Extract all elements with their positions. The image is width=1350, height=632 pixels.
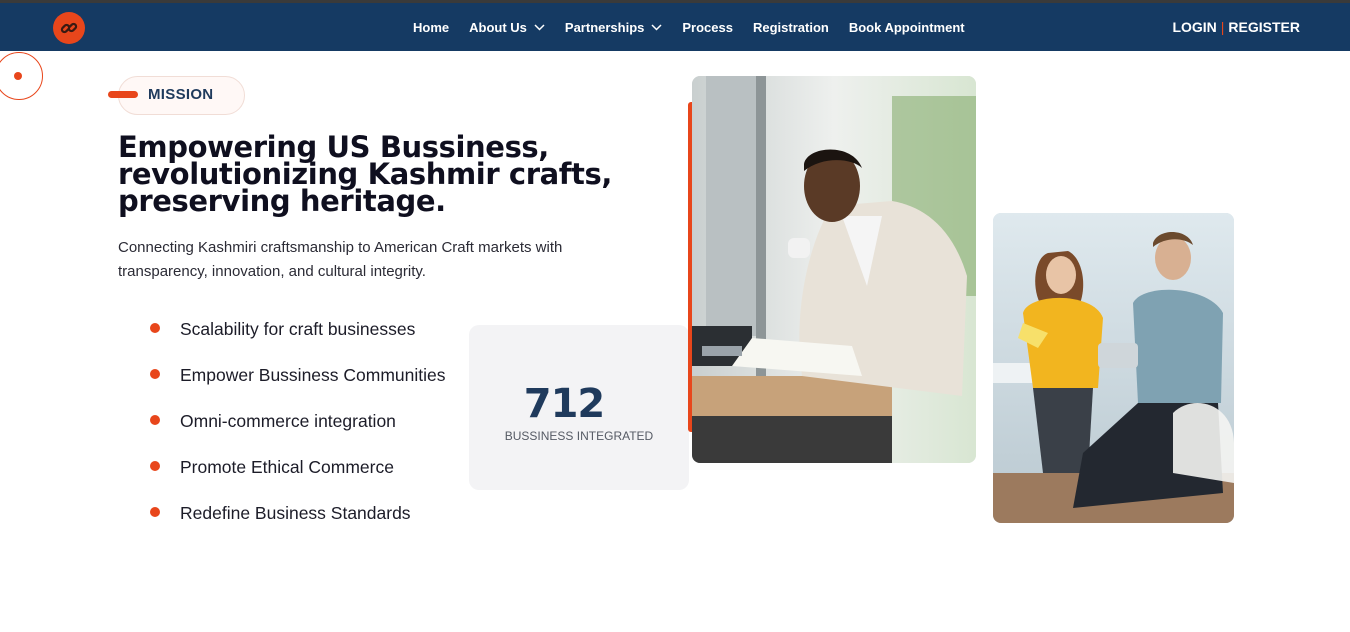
bullet-dot-icon <box>150 369 160 379</box>
hero-heading-line: preserving heritage. <box>118 184 446 218</box>
login-link[interactable]: LOGIN <box>1172 19 1216 35</box>
team-meeting-photo <box>993 213 1234 523</box>
hero-subtext: Connecting Kashmiri craftsmanship to Ame… <box>118 239 563 280</box>
bullet-dot-icon <box>150 461 160 471</box>
feature-item: Empower Bussiness Communities <box>150 364 446 410</box>
feature-item: Redefine Business Standards <box>150 502 446 548</box>
feature-item: Promote Ethical Commerce <box>150 456 446 502</box>
site-logo[interactable] <box>53 12 85 44</box>
nav-book-appointment[interactable]: Book Appointment <box>849 20 965 35</box>
feature-list: Scalability for craft businesses Empower… <box>150 318 446 548</box>
nav-partnerships-label: Partnerships <box>564 19 645 35</box>
stat-label: BUSSINESS INTEGRATED <box>504 429 654 443</box>
feature-text: Scalability for craft businesses <box>180 319 416 339</box>
stat-value: 712 <box>523 381 606 427</box>
hero-heading: Empowering US Bussiness, revolutionizing… <box>118 133 638 218</box>
bullet-dot-icon <box>150 507 160 517</box>
businessman-photo <box>692 76 976 463</box>
chevron-down-icon <box>651 23 662 31</box>
main-nav: Home About Us Partnerships Process Regis… <box>413 3 985 51</box>
nav-home[interactable]: Home <box>413 20 449 35</box>
feature-text: Redefine Business Standards <box>180 503 411 523</box>
feature-item: Omni-commerce integration <box>150 410 446 456</box>
nav-registration-label: Registration <box>752 19 829 35</box>
register-link[interactable]: REGISTER <box>1228 19 1300 35</box>
mission-badge-label: MISSION <box>148 86 214 103</box>
nav-partnerships[interactable]: Partnerships <box>565 20 662 35</box>
nav-process-label: Process <box>682 19 733 35</box>
feature-text: Empower Bussiness Communities <box>180 365 446 385</box>
custom-cursor-dot <box>14 72 22 80</box>
badge-accent-bar <box>108 91 138 98</box>
nav-book-appointment-label: Book Appointment <box>848 19 965 35</box>
auth-links: LOGIN | REGISTER <box>1172 3 1300 51</box>
stat-card: 712 BUSSINESS INTEGRATED <box>469 325 689 490</box>
nav-registration[interactable]: Registration <box>753 20 829 35</box>
nav-about-us[interactable]: About Us <box>469 20 545 35</box>
nav-home-label: Home <box>413 19 450 35</box>
chain-link-icon <box>60 19 78 37</box>
bullet-dot-icon <box>150 323 160 333</box>
nav-about-us-label: About Us <box>469 19 527 35</box>
bullet-dot-icon <box>150 415 160 425</box>
feature-text: Promote Ethical Commerce <box>180 457 394 477</box>
nav-process[interactable]: Process <box>682 20 733 35</box>
feature-text: Omni-commerce integration <box>180 411 396 431</box>
chevron-down-icon <box>534 23 545 31</box>
navbar: Home About Us Partnerships Process Regis… <box>0 3 1350 51</box>
feature-item: Scalability for craft businesses <box>150 318 446 364</box>
auth-separator: | <box>1220 19 1225 35</box>
